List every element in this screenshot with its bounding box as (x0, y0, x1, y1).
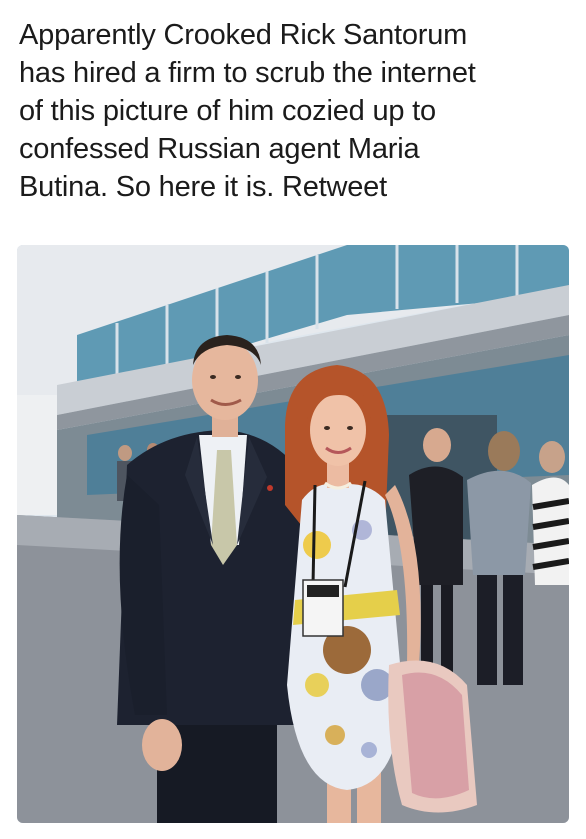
photo-illustration (17, 245, 569, 823)
meme-post: Apparently Crooked Rick Santorum has hir… (0, 0, 586, 839)
photo (17, 245, 569, 823)
post-caption: Apparently Crooked Rick Santorum has hir… (19, 19, 476, 203)
